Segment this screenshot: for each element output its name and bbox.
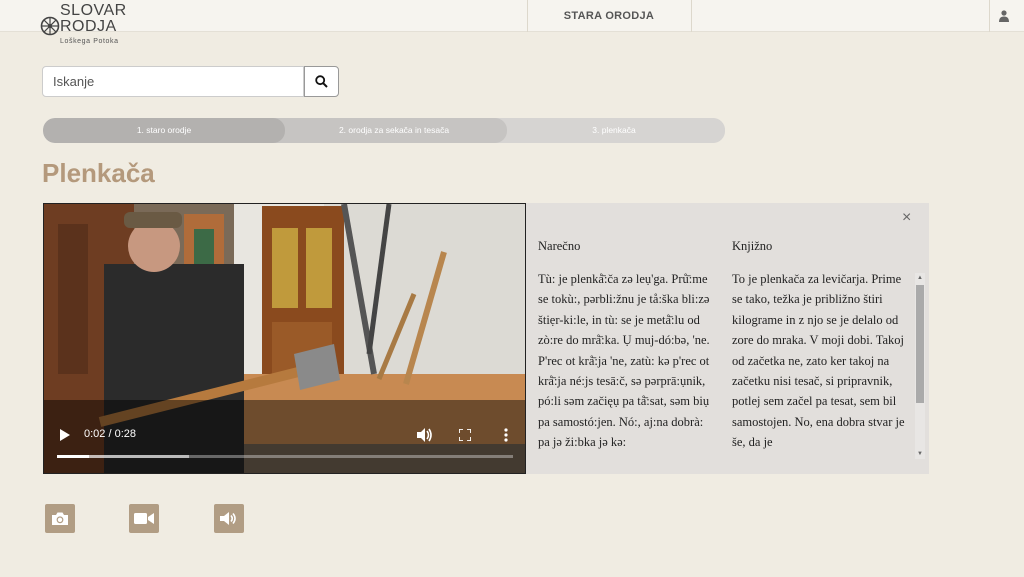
speaker-icon (220, 512, 236, 525)
top-bar: SLOVAR RODJA Loškega Potoka STARA ORODJA (0, 0, 1024, 45)
nav-divider (691, 0, 692, 32)
dialect-heading: Narečno (538, 239, 581, 253)
fullscreen-icon[interactable] (459, 429, 471, 441)
logo-subtitle: Loškega Potoka (60, 38, 119, 45)
wheel-icon (40, 16, 60, 36)
breadcrumb-item-orodja-za-sekaca[interactable]: 2. orodja za sekača in tesača (261, 118, 507, 143)
video-progress-bar[interactable] (57, 455, 513, 458)
photo-button[interactable] (45, 504, 75, 533)
video-time: 0:02 / 0:28 (84, 428, 136, 440)
video-player[interactable]: 0:02 / 0:28 (43, 203, 526, 474)
nav-stara-orodja[interactable]: STARA ORODJA (527, 0, 691, 32)
logo-line-2: RODJA (60, 18, 117, 35)
site-logo[interactable]: SLOVAR RODJA Loškega Potoka (40, 2, 150, 48)
scroll-up-icon[interactable]: ▲ (915, 273, 925, 283)
transcript-scrollbar[interactable]: ▲ ▼ (915, 273, 925, 459)
video-camera-icon (134, 513, 154, 524)
volume-icon[interactable] (417, 428, 433, 442)
video-progress (57, 455, 90, 458)
breadcrumb-item-staro-orodje[interactable]: 1. staro orodje (43, 118, 285, 143)
camera-icon (52, 512, 68, 525)
breadcrumb: 1. staro orodje 2. orodja za sekača in t… (43, 118, 725, 143)
nav-divider (989, 0, 990, 32)
dialect-text: Tù: je plenkå̄:ča zə leụ'ga. Prů̄:me se … (538, 272, 710, 450)
scroll-thumb[interactable] (916, 285, 924, 403)
scroll-down-icon[interactable]: ▼ (915, 449, 925, 459)
audio-button[interactable] (214, 504, 244, 533)
literary-heading: Knjižno (732, 239, 773, 253)
search-icon (315, 75, 328, 88)
search-button[interactable] (304, 66, 339, 97)
transcript-panel: × Narečno Knjižno Tù: je plenkå̄:ča zə l… (526, 203, 929, 474)
user-icon[interactable] (999, 10, 1009, 22)
literary-text: To je plenkača za levičarja. Prime se ta… (732, 272, 905, 450)
search-input[interactable] (42, 66, 304, 97)
close-icon[interactable]: × (902, 209, 911, 227)
video-button[interactable] (129, 504, 159, 533)
more-icon[interactable] (504, 428, 508, 442)
play-icon[interactable] (60, 429, 70, 441)
page-title: Plenkača (42, 158, 155, 188)
breadcrumb-item-plenkaca[interactable]: 3. plenkača (483, 118, 725, 143)
